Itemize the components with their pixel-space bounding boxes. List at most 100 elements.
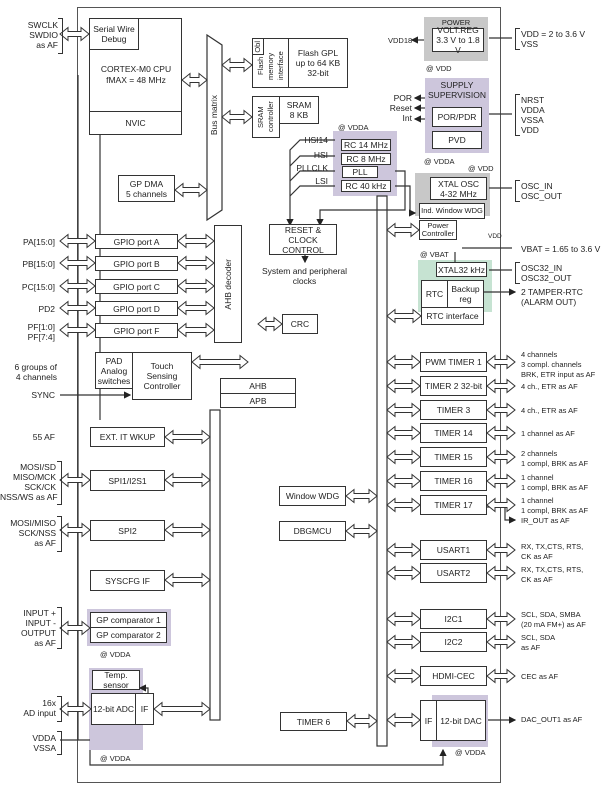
comp-pin-3: OUTPUT — [21, 628, 56, 638]
xtal-line1: XTAL OSC — [437, 178, 480, 189]
timer-14: TIMER 14 — [420, 423, 487, 443]
gpio-port-d: GPIO port D — [95, 301, 178, 316]
osc32-pins: OSC32_IN OSC32_OUT — [521, 263, 572, 283]
adc-bus-arrow — [153, 701, 211, 717]
i2c1-pin-1: SCL, SDA, SMBA — [521, 610, 581, 619]
apb-block: APB — [220, 393, 296, 408]
timer1-pin-1: 4 channels — [521, 350, 558, 359]
timer1-pin-3: BRK, ETR input as AF — [521, 370, 596, 379]
vdd18-label: VDD18 — [388, 36, 413, 45]
vdda-bracket — [57, 731, 62, 755]
flash-line3: 32-bit — [307, 68, 329, 78]
comp-pin-4: as AF — [34, 638, 56, 648]
reset-output: Reset — [389, 103, 412, 113]
supply-supervision-title: SUPPLY SUPERVISION — [425, 80, 489, 100]
pin-osc-in: OSC_IN — [521, 181, 553, 191]
voltreg-line1: VOLT.REG — [437, 25, 479, 35]
timer3-pins: 4 ch., ETR as AF — [521, 406, 578, 415]
dma-block: GP DMA 5 channels — [118, 175, 175, 202]
vbat-label: @ VBAT — [420, 250, 449, 259]
timer16-pin-1: 1 channel — [521, 473, 554, 482]
usart2-block: USART2 — [420, 563, 487, 583]
timer17-bus-arrow — [386, 497, 421, 513]
timer16-pin-2: 1 compl, BRK as AF — [521, 483, 589, 492]
usart1-pin-1: RX, TX,CTS, RTS, — [521, 542, 584, 551]
usart1-bus-arrow — [386, 542, 421, 558]
sram-line2: 8 KB — [289, 110, 309, 120]
spi2-bus-arrow — [164, 522, 211, 538]
serial-wire-debug-block: Serial Wire Debug — [89, 18, 139, 50]
dma-bus-arrow — [174, 182, 208, 198]
tsc-line2: Sensing — [146, 371, 178, 381]
apb-bus-right — [376, 195, 388, 747]
volt-reg-block: VOLT.REG 3.3 V to 1.8 V — [432, 25, 484, 55]
power-pins: VDD = 2 to 3.6 V VSS — [521, 29, 585, 49]
tsc-line1: Touch — [150, 361, 174, 371]
system-clocks-line1: System and peripheral — [262, 266, 348, 276]
timer17-pin-1: 1 channel — [521, 496, 554, 505]
timer-16: TIMER 16 — [420, 471, 487, 491]
power-controller-block: Power Controller — [419, 220, 457, 240]
gp-comparator-2: GP comparator 2 — [90, 627, 167, 643]
ahb-decoder-label: AHB decoder — [223, 258, 233, 310]
cec-pin-arrow — [486, 668, 516, 684]
tamper-line2: (ALARM OUT) — [521, 297, 577, 307]
swd-pins: SWCLK SWDIO as AF — [20, 20, 58, 50]
gpio-port-a: GPIO port A — [95, 234, 178, 249]
dac-bus-arrow — [386, 712, 421, 728]
sram-line1: SRAM — [286, 100, 312, 110]
adc-block: 12-bit ADC — [91, 693, 136, 725]
cpu-block: Serial Wire Debug CORTEX-M0 CPU fMAX = 4… — [89, 18, 182, 135]
osc32-pins-bracket — [515, 262, 520, 284]
vbat-pin: VBAT = 1.65 to 3.6 V — [521, 244, 601, 254]
system-clocks-label: System and peripheral clocks — [262, 266, 347, 286]
voltreg-line2: 3.3 V to 1.8 V — [436, 35, 480, 55]
xtal32-block: XTAL32 kHz — [436, 262, 487, 277]
por-output: POR — [393, 93, 412, 103]
timer3-pin-arrow — [486, 402, 516, 418]
timer14-bus-arrow — [386, 425, 421, 441]
tamper-pins: 2 TAMPER-RTC (ALARM OUT) — [521, 287, 583, 307]
supply-title-line1: SUPPLY — [440, 80, 474, 90]
usart2-bus-arrow — [386, 565, 421, 581]
flash-block: Flash GPL up to 64 KB 32-bit — [288, 38, 348, 88]
timer2-bus-arrow — [386, 378, 421, 394]
ahb-decoder-block: AHB decoder — [214, 225, 242, 343]
supply-title-line2: SUPERVISION — [428, 90, 486, 100]
pin-vdd: VDD = 2 to 3.6 V — [521, 29, 586, 39]
pin-pf: PF[1:0] PF[7:4] — [10, 322, 55, 342]
pin-vssa: VSSA — [33, 743, 56, 753]
pin-osc32-in: OSC32_IN — [521, 263, 563, 273]
bus-matrix-label: Bus matrix — [209, 95, 219, 136]
hdmi-cec-block: HDMI-CEC — [420, 666, 487, 686]
ir-out-pin: IR_OUT as AF — [521, 516, 570, 525]
pin-osc-out: OSC_OUT — [521, 191, 563, 201]
pin-pb: PB[15:0] — [22, 259, 55, 269]
tsc-line3: Controller — [143, 381, 181, 391]
touch-pins-line2: 4 channels — [15, 372, 57, 382]
spi1-pin-3: SCK/CK — [24, 482, 56, 492]
dma-line2: 5 channels — [125, 188, 168, 199]
rc-8mhz-block: RC 8 MHz — [341, 153, 391, 165]
timer1-pin-arrow — [486, 354, 516, 370]
timer1-bus-arrow — [386, 354, 421, 370]
timer3-bus-arrow — [386, 402, 421, 418]
supply-pins: NRST VDDA VSSA VDD — [521, 95, 545, 135]
pad-line3: switches — [97, 375, 131, 386]
dac-block: 12-bit DAC — [436, 700, 486, 741]
pin-pf-high: PF[7:4] — [27, 332, 55, 342]
pin-osc32-out: OSC32_OUT — [521, 273, 572, 283]
timer-15: TIMER 15 — [420, 447, 487, 467]
timer-3: TIMER 3 — [420, 400, 487, 420]
system-clocks-line2: clocks — [292, 276, 317, 286]
comp-pin-arrow — [59, 620, 91, 636]
exti-pins: 55 AF — [32, 432, 55, 442]
temp-line1: Temp. — [104, 670, 128, 680]
spi1-pin-1: MOSI/SD — [20, 462, 56, 472]
timer16-bus-arrow — [386, 473, 421, 489]
timer15-pin-2: 1 compl, BRK as AF — [521, 459, 589, 468]
touch-pins: 6 groups of 4 channels — [5, 362, 57, 382]
syscfg-if-block: SYSCFG IF — [90, 570, 165, 591]
power-pins-bracket — [515, 28, 520, 50]
pvd-block: PVD — [432, 131, 482, 149]
